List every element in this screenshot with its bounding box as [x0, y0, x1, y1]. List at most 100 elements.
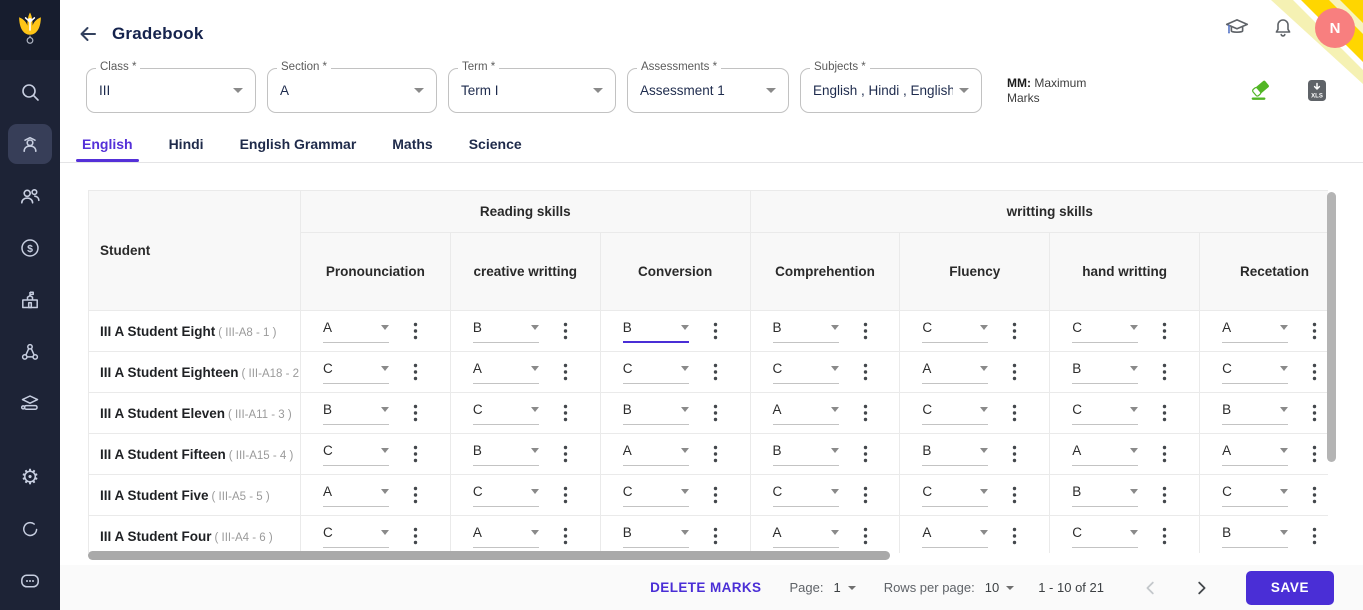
grade-options-button[interactable] — [1312, 322, 1317, 340]
grade-options-button[interactable] — [1312, 363, 1317, 381]
grade-options-button[interactable] — [413, 404, 418, 422]
sidebar-item-fees[interactable]: $ — [0, 222, 60, 274]
grade-options-button[interactable] — [1012, 363, 1017, 381]
grade-select[interactable]: B — [772, 320, 839, 343]
tab-science[interactable]: Science — [463, 128, 528, 162]
page-select[interactable]: 1 — [833, 580, 856, 595]
sidebar-item-search[interactable] — [0, 66, 60, 118]
grade-select[interactable]: B — [1072, 361, 1139, 384]
grade-options-button[interactable] — [863, 486, 868, 504]
tab-english-grammar[interactable]: English Grammar — [234, 128, 363, 162]
grade-options-button[interactable] — [713, 363, 718, 381]
avatar[interactable]: N — [1315, 8, 1355, 48]
grade-select[interactable]: C — [472, 402, 539, 425]
grade-options-button[interactable] — [1012, 322, 1017, 340]
horizontal-scrollbar-thumb[interactable] — [88, 551, 890, 560]
grade-select[interactable]: B — [772, 443, 839, 466]
grade-options-button[interactable] — [863, 404, 868, 422]
grade-select[interactable]: C — [922, 484, 989, 507]
grade-select[interactable]: B — [1072, 484, 1139, 507]
grade-options-button[interactable] — [413, 445, 418, 463]
sidebar-item-school[interactable] — [0, 274, 60, 326]
grade-options-button[interactable] — [863, 322, 868, 340]
clear-marks-button[interactable] — [1247, 76, 1275, 104]
sidebar-item-students[interactable] — [0, 118, 60, 170]
grade-select[interactable]: C — [922, 320, 989, 343]
grade-select[interactable]: B — [323, 402, 389, 425]
grade-options-button[interactable] — [1012, 404, 1017, 422]
grade-select[interactable]: A — [1222, 443, 1289, 466]
grade-select[interactable]: C — [323, 443, 389, 466]
grade-select[interactable]: B — [622, 525, 689, 548]
grade-options-button[interactable] — [713, 527, 718, 545]
grade-select[interactable]: C — [1072, 320, 1139, 343]
grade-options-button[interactable] — [1162, 527, 1167, 545]
grade-select[interactable]: B — [1222, 525, 1289, 548]
sidebar-item-settings[interactable]: ⚙ — [0, 451, 60, 503]
grade-options-button[interactable] — [1312, 486, 1317, 504]
grade-select[interactable]: C — [1222, 484, 1289, 507]
grade-options-button[interactable] — [1162, 363, 1167, 381]
grade-options-button[interactable] — [413, 527, 418, 545]
grade-options-button[interactable] — [863, 445, 868, 463]
grade-select[interactable]: A — [772, 525, 839, 548]
grade-select[interactable]: C — [1222, 361, 1289, 384]
grade-select[interactable]: B — [622, 402, 689, 425]
grade-select[interactable]: C — [1072, 525, 1139, 548]
academics-shortcut-button[interactable] — [1223, 14, 1251, 42]
grade-options-button[interactable] — [713, 404, 718, 422]
grade-select[interactable]: B — [1222, 402, 1289, 425]
grade-select[interactable]: C — [772, 484, 839, 507]
grade-options-button[interactable] — [413, 486, 418, 504]
grade-options-button[interactable] — [563, 445, 568, 463]
grade-options-button[interactable] — [713, 486, 718, 504]
grade-options-button[interactable] — [863, 527, 868, 545]
grade-select[interactable]: C — [622, 484, 689, 507]
back-button[interactable] — [76, 22, 102, 46]
grade-options-button[interactable] — [1012, 445, 1017, 463]
app-logo[interactable] — [0, 0, 60, 60]
notifications-button[interactable] — [1269, 14, 1297, 42]
filter-select-section[interactable]: Section * A — [267, 61, 437, 113]
grade-options-button[interactable] — [1162, 445, 1167, 463]
grade-select[interactable]: A — [772, 402, 839, 425]
grade-select[interactable]: A — [1222, 320, 1289, 343]
tab-english[interactable]: English — [76, 128, 139, 162]
grade-select[interactable]: B — [622, 320, 689, 343]
next-page-button[interactable] — [1188, 575, 1214, 601]
sidebar-item-academics[interactable] — [0, 378, 60, 430]
grade-options-button[interactable] — [563, 322, 568, 340]
grade-options-button[interactable] — [713, 322, 718, 340]
grade-select[interactable]: C — [922, 402, 989, 425]
grade-select[interactable]: B — [472, 443, 539, 466]
grade-options-button[interactable] — [563, 404, 568, 422]
horizontal-scrollbar[interactable] — [88, 551, 1328, 561]
delete-marks-button[interactable]: DELETE MARKS — [650, 580, 761, 595]
filter-select-subjects[interactable]: Subjects * English , Hindi , English ... — [800, 61, 982, 113]
vertical-scrollbar[interactable] — [1327, 190, 1336, 562]
grade-options-button[interactable] — [1312, 445, 1317, 463]
grade-select[interactable]: A — [1072, 443, 1139, 466]
grade-options-button[interactable] — [1312, 527, 1317, 545]
grade-select[interactable]: B — [472, 320, 539, 343]
grade-options-button[interactable] — [1162, 404, 1167, 422]
grade-options-button[interactable] — [413, 363, 418, 381]
grade-options-button[interactable] — [1312, 404, 1317, 422]
grade-select[interactable]: C — [772, 361, 839, 384]
grade-select[interactable]: A — [922, 361, 989, 384]
sidebar-item-people[interactable] — [0, 170, 60, 222]
tab-maths[interactable]: Maths — [386, 128, 438, 162]
grade-options-button[interactable] — [863, 363, 868, 381]
filter-select-class[interactable]: Class * III — [86, 61, 256, 113]
grade-options-button[interactable] — [413, 322, 418, 340]
grade-select[interactable]: C — [472, 484, 539, 507]
grade-select[interactable]: B — [922, 443, 989, 466]
vertical-scrollbar-thumb[interactable] — [1327, 192, 1336, 462]
filter-select-term[interactable]: Term * Term I — [448, 61, 616, 113]
grade-options-button[interactable] — [563, 527, 568, 545]
grade-options-button[interactable] — [1012, 527, 1017, 545]
export-xls-button[interactable]: XLS — [1303, 76, 1331, 104]
grade-options-button[interactable] — [1162, 322, 1167, 340]
grade-options-button[interactable] — [1012, 486, 1017, 504]
grade-options-button[interactable] — [713, 445, 718, 463]
